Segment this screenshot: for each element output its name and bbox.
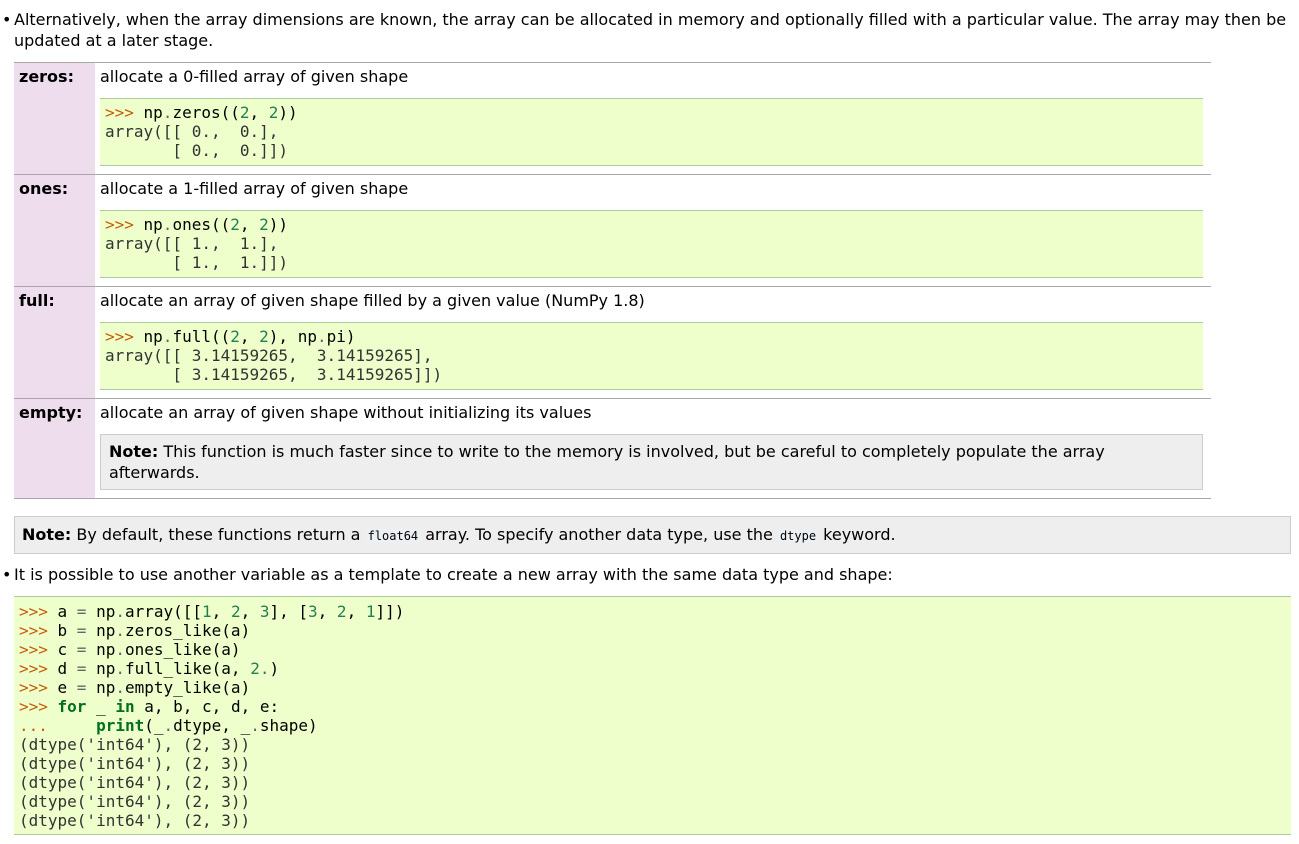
field-body: allocate a 0-filled array of given shape… [95, 62, 1211, 175]
allocation-functions-table: zeros: allocate a 0-filled array of give… [14, 62, 1211, 499]
field-row-empty: empty: allocate an array of given shape … [14, 398, 1211, 499]
code-line: >>> np.full((2, 2), np.pi) [105, 327, 356, 346]
code-output: (dtype('int64'), (2, 3)) [19, 735, 251, 754]
field-description: allocate an array of given shape without… [100, 403, 592, 422]
field-name: full: [14, 286, 95, 399]
template-text: It is possible to use another variable a… [14, 565, 893, 584]
note-text: This function is much faster since to wr… [109, 442, 1105, 482]
bullet-icon: • [2, 565, 12, 584]
field-description: allocate an array of given shape filled … [100, 291, 645, 310]
intro-paragraph: • Alternatively, when the array dimensio… [0, 9, 1290, 51]
field-body: allocate an array of given shape without… [95, 398, 1211, 499]
code-example: >>> np.full((2, 2), np.pi) array([[ 3.14… [100, 322, 1203, 390]
code-output: [ 0., 0.]]) [105, 141, 289, 160]
code-line: >>> for _ in a, b, c, d, e: [19, 697, 280, 716]
code-line: >>> c = np.ones_like(a) [19, 640, 241, 659]
code-line: >>> np.zeros((2, 2)) [105, 103, 298, 122]
code-output: array([[ 1., 1.], [105, 234, 279, 253]
field-description: allocate a 1-filled array of given shape [100, 179, 409, 198]
prompt: >>> [105, 327, 144, 346]
field-name: zeros: [14, 62, 95, 175]
code-line: >>> np.ones((2, 2)) [105, 215, 289, 234]
code-output: [ 1., 1.]]) [105, 253, 289, 272]
template-code-example: >>> a = np.array([[1, 2, 3], [3, 2, 1]])… [14, 596, 1291, 835]
field-body: allocate a 1-filled array of given shape… [95, 174, 1211, 287]
field-body: allocate an array of given shape filled … [95, 286, 1211, 399]
prompt: >>> [105, 215, 144, 234]
field-name: ones: [14, 174, 95, 287]
template-paragraph: • It is possible to use another variable… [0, 564, 1290, 585]
note-label: Note: [22, 525, 72, 544]
code-output: (dtype('int64'), (2, 3)) [19, 792, 251, 811]
inline-code-float64: float64 [365, 529, 421, 543]
code-line: ... print(_.dtype, _.shape) [19, 716, 318, 735]
intro-text: Alternatively, when the array dimensions… [14, 10, 1287, 50]
code-line: >>> b = np.zeros_like(a) [19, 621, 251, 640]
code-output: array([[ 3.14159265, 3.14159265], [105, 346, 433, 365]
dtype-note: Note: By default, these functions return… [14, 516, 1291, 554]
code-output: (dtype('int64'), (2, 3)) [19, 811, 251, 830]
bullet-icon: • [2, 10, 12, 29]
prompt: >>> [105, 103, 144, 122]
field-row-zeros: zeros: allocate a 0-filled array of give… [14, 62, 1211, 175]
code-output: array([[ 0., 0.], [105, 122, 279, 141]
note-box: Note: This function is much faster since… [100, 434, 1203, 490]
note-label: Note: [109, 442, 159, 461]
code-output: (dtype('int64'), (2, 3)) [19, 754, 251, 773]
code-example: >>> np.zeros((2, 2)) array([[ 0., 0.], [… [100, 98, 1203, 166]
code-example: >>> np.ones((2, 2)) array([[ 1., 1.], [ … [100, 210, 1203, 278]
code-line: >>> e = np.empty_like(a) [19, 678, 251, 697]
field-row-full: full: allocate an array of given shape f… [14, 286, 1211, 399]
field-row-ones: ones: allocate a 1-filled array of given… [14, 174, 1211, 287]
field-name: empty: [14, 398, 95, 499]
field-description: allocate a 0-filled array of given shape [100, 67, 409, 86]
code-output: [ 3.14159265, 3.14159265]]) [105, 365, 443, 384]
code-line: >>> d = np.full_like(a, 2.) [19, 659, 280, 678]
code-line: >>> a = np.array([[1, 2, 3], [3, 2, 1]]) [19, 602, 405, 621]
inline-code-dtype: dtype [777, 529, 819, 543]
code-output: (dtype('int64'), (2, 3)) [19, 773, 251, 792]
